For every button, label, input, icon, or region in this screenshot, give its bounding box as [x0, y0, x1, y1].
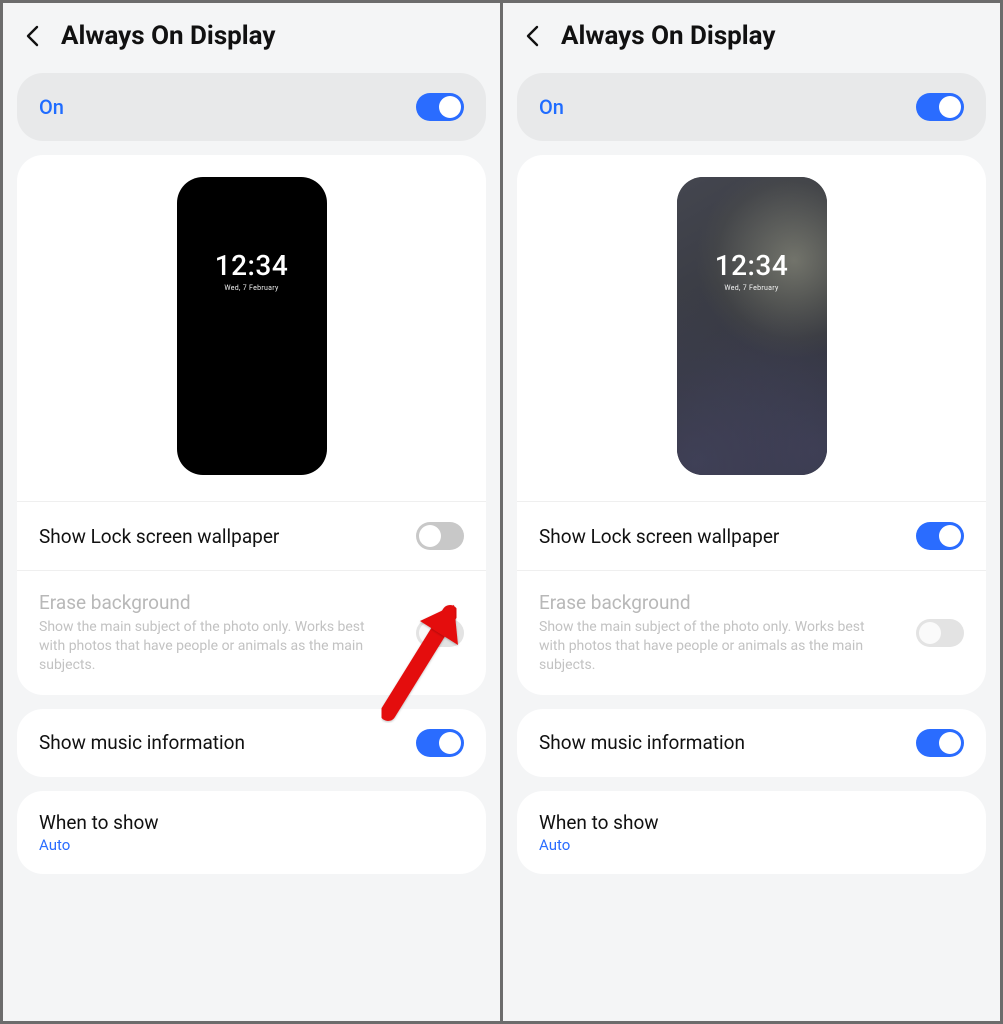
clock-time: 12:34: [177, 249, 327, 282]
master-toggle-row[interactable]: On: [517, 73, 986, 141]
clock-date: Wed, 7 February: [177, 284, 327, 292]
music-card: Show music information: [517, 709, 986, 777]
settings-pane-left: Always On Display On 12:34 Wed, 7 Februa…: [3, 3, 500, 1021]
music-info-label: Show music information: [539, 731, 745, 754]
music-info-toggle[interactable]: [916, 729, 964, 757]
clock-time: 12:34: [677, 249, 827, 282]
clock: 12:34 Wed, 7 February: [177, 249, 327, 292]
master-toggle-row[interactable]: On: [17, 73, 486, 141]
clock: 12:34 Wed, 7 February: [677, 249, 827, 292]
when-to-show-value: Auto: [539, 836, 659, 854]
music-info-toggle[interactable]: [416, 729, 464, 757]
when-to-show-label: When to show: [539, 811, 659, 834]
when-to-show-row[interactable]: When to show Auto: [17, 791, 486, 874]
show-wallpaper-toggle[interactable]: [916, 522, 964, 550]
page-title: Always On Display: [61, 21, 276, 51]
preview-card: 12:34 Wed, 7 February Show Lock screen w…: [17, 155, 486, 695]
erase-background-row: Erase background Show the main subject o…: [17, 570, 486, 695]
when-to-show-label: When to show: [39, 811, 159, 834]
aod-preview[interactable]: 12:34 Wed, 7 February: [17, 155, 486, 502]
erase-background-label: Erase background: [39, 591, 379, 614]
phone-preview: 12:34 Wed, 7 February: [677, 177, 827, 475]
when-to-show-row[interactable]: When to show Auto: [517, 791, 986, 874]
master-toggle[interactable]: [916, 93, 964, 121]
when-card: When to show Auto: [517, 791, 986, 874]
show-wallpaper-label: Show Lock screen wallpaper: [39, 525, 279, 548]
master-toggle[interactable]: [416, 93, 464, 121]
header: Always On Display: [3, 3, 500, 73]
page-title: Always On Display: [561, 21, 776, 51]
erase-background-toggle: [416, 619, 464, 647]
erase-background-label: Erase background: [539, 591, 879, 614]
erase-background-subtitle: Show the main subject of the photo only.…: [539, 618, 879, 675]
when-to-show-value: Auto: [39, 836, 159, 854]
erase-background-toggle: [916, 619, 964, 647]
erase-background-row: Erase background Show the main subject o…: [517, 570, 986, 695]
music-info-row[interactable]: Show music information: [17, 709, 486, 777]
back-icon[interactable]: [521, 25, 543, 47]
show-wallpaper-label: Show Lock screen wallpaper: [539, 525, 779, 548]
clock-date: Wed, 7 February: [677, 284, 827, 292]
show-wallpaper-row[interactable]: Show Lock screen wallpaper: [17, 502, 486, 570]
master-toggle-label: On: [539, 95, 564, 119]
erase-background-subtitle: Show the main subject of the photo only.…: [39, 618, 379, 675]
preview-card: 12:34 Wed, 7 February Show Lock screen w…: [517, 155, 986, 695]
header: Always On Display: [503, 3, 1000, 73]
music-card: Show music information: [17, 709, 486, 777]
show-wallpaper-toggle[interactable]: [416, 522, 464, 550]
when-card: When to show Auto: [17, 791, 486, 874]
back-icon[interactable]: [21, 25, 43, 47]
music-info-label: Show music information: [39, 731, 245, 754]
show-wallpaper-row[interactable]: Show Lock screen wallpaper: [517, 502, 986, 570]
settings-pane-right: Always On Display On 12:34 Wed, 7 Februa…: [503, 3, 1000, 1021]
master-toggle-label: On: [39, 95, 64, 119]
aod-preview[interactable]: 12:34 Wed, 7 February: [517, 155, 986, 502]
phone-preview: 12:34 Wed, 7 February: [177, 177, 327, 475]
music-info-row[interactable]: Show music information: [517, 709, 986, 777]
